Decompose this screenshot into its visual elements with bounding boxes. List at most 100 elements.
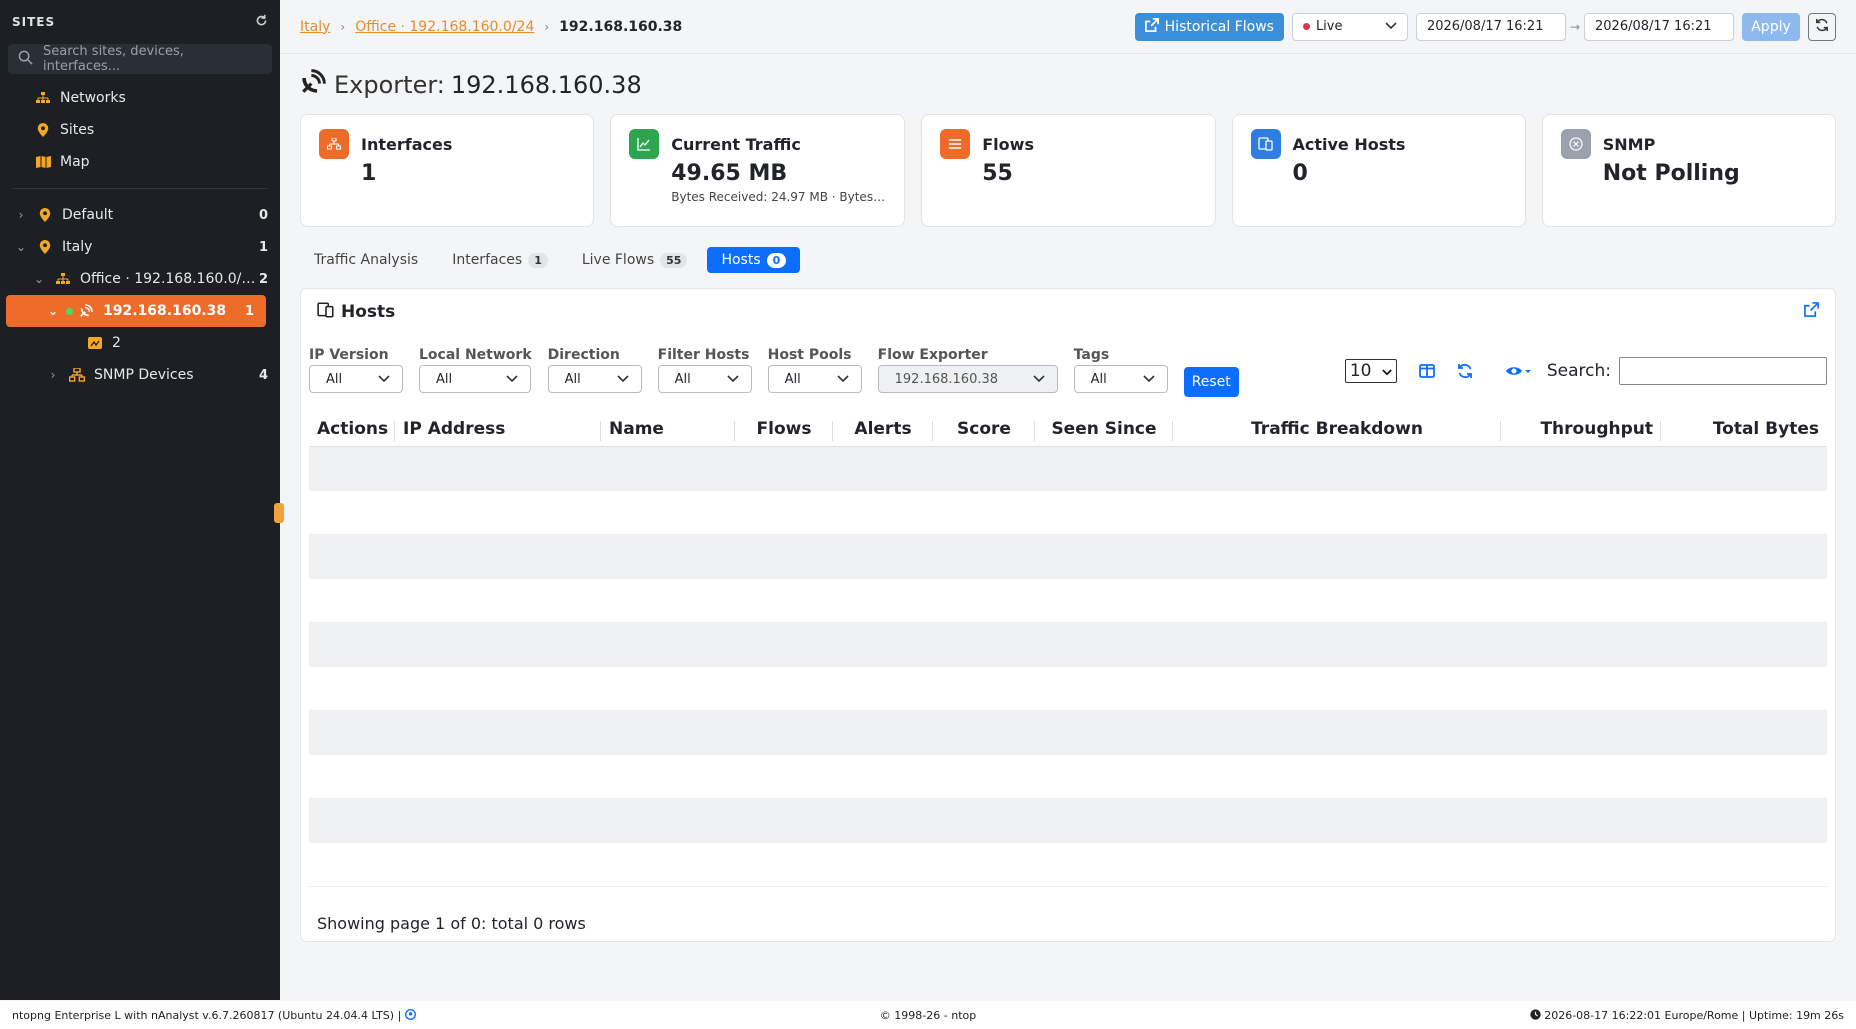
filter-label: Flow Exporter bbox=[877, 347, 988, 363]
table-body bbox=[309, 447, 1827, 887]
filter-select[interactable]: All bbox=[547, 365, 642, 393]
tab-traffic-analysis[interactable]: Traffic Analysis bbox=[300, 247, 432, 273]
filter-select[interactable]: All bbox=[419, 365, 531, 393]
filter-direction: Direction All bbox=[547, 347, 642, 393]
live-select[interactable]: Live bbox=[1291, 12, 1408, 41]
sidebar-item-interface[interactable]: 2 bbox=[0, 327, 280, 359]
chevron-right-icon[interactable]: › bbox=[46, 368, 60, 382]
external-link-icon[interactable] bbox=[1804, 302, 1819, 322]
sidebar-item-networks[interactable]: Networks bbox=[0, 82, 280, 114]
filter-select[interactable]: 192.168.160.38 bbox=[877, 365, 1058, 393]
sidebar-item-label: SNMP Devices bbox=[94, 367, 194, 383]
devices-icon bbox=[1250, 129, 1281, 159]
status-bar: ntopng Enterprise L with nAnalyst v.6.7.… bbox=[0, 1001, 1856, 1029]
sidebar-search-placeholder: Search sites, devices, interfaces... bbox=[43, 44, 184, 74]
columns-icon[interactable] bbox=[1418, 364, 1435, 378]
column-header-alerts[interactable]: Alerts bbox=[833, 419, 933, 441]
chevron-down-icon bbox=[506, 372, 518, 387]
column-header-actions[interactable]: Actions bbox=[309, 419, 395, 441]
sidebar-item-sites[interactable]: Sites bbox=[0, 114, 280, 146]
historical-flows-button[interactable]: Historical Flows bbox=[1134, 12, 1284, 41]
refresh-icon[interactable] bbox=[1457, 363, 1473, 379]
sidebar-search-input[interactable]: Search sites, devices, interfaces... bbox=[8, 44, 272, 74]
table-row bbox=[309, 447, 1827, 491]
column-header-throughput[interactable]: Throughput bbox=[1501, 419, 1661, 441]
column-header-seen-since[interactable]: Seen Since bbox=[1035, 419, 1173, 441]
card-value: 49.65 MB bbox=[671, 161, 788, 186]
breadcrumb-office[interactable]: Office · 192.168.160.0/24 bbox=[355, 19, 534, 35]
column-header-score[interactable]: Score bbox=[933, 419, 1035, 441]
breadcrumb-italy[interactable]: Italy bbox=[300, 19, 330, 35]
table-row bbox=[309, 491, 1827, 535]
filter-host-pools: Host Pools All bbox=[767, 347, 862, 393]
live-select-value: Live bbox=[1315, 19, 1343, 34]
sidebar-item-default[interactable]: › Default 0 bbox=[0, 199, 280, 231]
devices-icon bbox=[317, 301, 335, 323]
card-interfaces[interactable]: Interfaces 1 bbox=[300, 114, 595, 227]
table-search-input[interactable] bbox=[1619, 357, 1827, 385]
table-row bbox=[309, 667, 1827, 711]
tab-label: Traffic Analysis bbox=[314, 252, 419, 268]
sidebar-resize-handle[interactable] bbox=[274, 503, 284, 523]
chevron-down-icon[interactable]: ⌄ bbox=[32, 272, 46, 286]
card-snmp[interactable]: SNMP Not Polling bbox=[1541, 114, 1836, 227]
card-title: SNMP bbox=[1602, 134, 1656, 154]
github-icon[interactable] bbox=[404, 1008, 416, 1022]
satellite-dish-icon bbox=[300, 69, 326, 101]
card-current-traffic[interactable]: Current Traffic 49.65 MB Bytes Received:… bbox=[610, 114, 906, 227]
filter-select[interactable]: All bbox=[1073, 365, 1168, 393]
date-to-input[interactable]: 2026/08/17 16:21 bbox=[1584, 12, 1734, 41]
chevron-right-icon[interactable]: › bbox=[14, 208, 28, 222]
filter-value: All bbox=[436, 371, 453, 387]
filter-select[interactable]: All bbox=[657, 365, 752, 393]
sidebar-item-office[interactable]: ⌄ Office · 192.168.160.0/24 2 bbox=[0, 263, 280, 295]
column-header-ip-address[interactable]: IP Address bbox=[395, 419, 601, 441]
filter-bar: IP Version All Local Network All Directi… bbox=[301, 347, 1835, 403]
chevron-down-icon bbox=[727, 372, 739, 387]
chevron-down-icon[interactable]: ⌄ bbox=[46, 304, 60, 318]
sidebar-item-snmp-devices[interactable]: › SNMP Devices 4 bbox=[0, 359, 280, 391]
live-dot bbox=[1302, 23, 1310, 30]
external-link-icon bbox=[1144, 17, 1159, 36]
filter-local-network: Local Network All bbox=[419, 347, 532, 393]
hosts-panel: Hosts IP Version All Local Network All D… bbox=[300, 288, 1836, 942]
sidebar-item-label: Office · 192.168.160.0/24 bbox=[80, 271, 259, 287]
column-header-name[interactable]: Name bbox=[601, 419, 735, 441]
tab-interfaces[interactable]: Interfaces 1 bbox=[438, 247, 562, 273]
card-title: Flows bbox=[982, 134, 1034, 154]
refresh-icon bbox=[1815, 17, 1829, 36]
card-active-hosts[interactable]: Active Hosts 0 bbox=[1231, 114, 1526, 227]
sidebar-item-map[interactable]: Map bbox=[0, 146, 280, 178]
sidebar-item-label: Map bbox=[60, 154, 90, 170]
chevron-down-icon bbox=[617, 372, 629, 387]
refresh-button[interactable] bbox=[1808, 12, 1836, 41]
tab-hosts[interactable]: Hosts 0 bbox=[707, 247, 801, 273]
card-flows[interactable]: Flows 55 bbox=[921, 114, 1216, 227]
filter-filter-hosts: Filter Hosts All bbox=[657, 347, 752, 393]
column-header-flows[interactable]: Flows bbox=[735, 419, 833, 441]
apply-button[interactable]: Apply bbox=[1742, 12, 1800, 41]
sidebar-item-exporter[interactable]: ⌄ 192.168.160.38 1 bbox=[6, 295, 266, 327]
reset-button[interactable]: Reset bbox=[1183, 367, 1239, 397]
tab-live-flows[interactable]: Live Flows 55 bbox=[568, 247, 702, 273]
historical-flows-label: Historical Flows bbox=[1164, 18, 1274, 35]
chevron-down-icon[interactable]: ⌄ bbox=[14, 240, 28, 254]
date-from-input[interactable]: 2026/08/17 16:21 bbox=[1415, 12, 1566, 41]
sidebar-item-italy[interactable]: ⌄ Italy 1 bbox=[0, 231, 280, 263]
network-icon bbox=[54, 270, 72, 288]
column-header-traffic-breakdown[interactable]: Traffic Breakdown bbox=[1173, 419, 1501, 441]
clock-status: 2026-08-17 16:22:01 Europe/Rome | Uptime… bbox=[1233, 1009, 1844, 1022]
filter-select[interactable]: All bbox=[309, 365, 403, 393]
column-header-total-bytes[interactable]: Total Bytes bbox=[1661, 419, 1827, 439]
page-size-select[interactable]: 10 bbox=[1344, 359, 1397, 383]
tab-badge: 1 bbox=[528, 252, 548, 268]
filter-label: Tags bbox=[1073, 347, 1110, 363]
filter-select[interactable]: All bbox=[767, 365, 862, 393]
sidebar-item-label: Italy bbox=[62, 239, 93, 255]
eye-icon[interactable] bbox=[1505, 364, 1531, 378]
refresh-icon[interactable] bbox=[255, 14, 268, 30]
card-value: 1 bbox=[361, 161, 377, 186]
tab-label: Interfaces bbox=[452, 252, 523, 268]
search-label: Search: bbox=[1546, 361, 1611, 381]
network-icon bbox=[34, 89, 52, 107]
